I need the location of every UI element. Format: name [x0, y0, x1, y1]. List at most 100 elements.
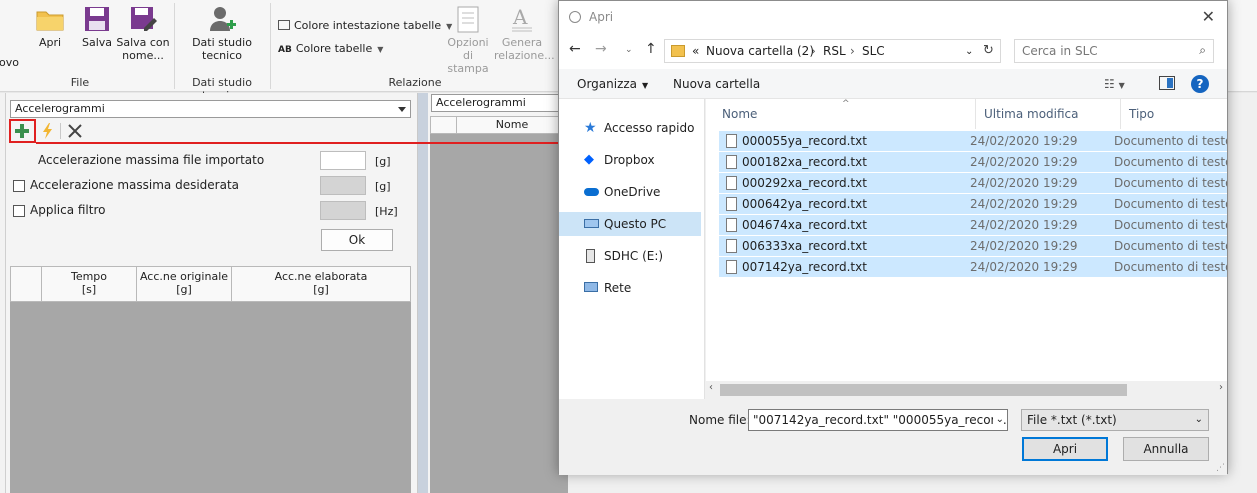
group-separator [270, 3, 271, 89]
file-row[interactable]: 006333xa_record.txt 24/02/2020 19:29 Docum… [719, 236, 1227, 257]
view-options-icon[interactable]: ☷ ▼ [1104, 77, 1125, 91]
text-file-icon [726, 155, 737, 169]
file-row[interactable]: 007142ya_record.txt 24/02/2020 19:29 Docum… [719, 257, 1227, 278]
table-color-button[interactable]: AB Colore tabelle ▼ [278, 40, 383, 58]
unit-label: [g] [375, 155, 391, 168]
refresh-icon[interactable]: ↻ [983, 43, 994, 58]
row-header-cell [431, 117, 457, 133]
file-row[interactable]: 000642ya_record.txt 24/02/2020 19:29 Docum… [719, 194, 1227, 215]
nav-item-quick-access[interactable]: ★ Accesso rapido [559, 116, 701, 140]
horizontal-scrollbar[interactable]: ‹ › [706, 381, 1227, 399]
splitter[interactable] [418, 93, 428, 493]
breadcrumb-item[interactable]: SLC [862, 44, 885, 58]
text-file-icon [726, 197, 737, 211]
dropbox-icon: ◆ [584, 152, 594, 167]
organize-button[interactable]: Organizza ▼ [577, 77, 648, 91]
accelerograms-combo[interactable]: Accelerogrammi [10, 100, 411, 118]
nav-item-network[interactable]: Rete [559, 276, 701, 300]
unit-label: [Hz] [375, 205, 398, 218]
scrollbar-thumb[interactable] [720, 384, 1127, 396]
studio-data-button[interactable]: Dati studio tecnico [192, 4, 252, 62]
forward-icon[interactable]: → [595, 41, 607, 57]
apply-filter-checkbox[interactable] [13, 205, 25, 217]
new-icon [0, 4, 16, 34]
text-file-icon [726, 176, 737, 190]
back-icon[interactable]: ← [569, 41, 581, 57]
column-header-name[interactable]: Nome [457, 118, 567, 131]
file-row[interactable]: 004674xa_record.txt 24/02/2020 19:29 Docum… [719, 215, 1227, 236]
up-icon[interactable]: ↑ [645, 41, 657, 57]
scroll-right-icon[interactable]: › [1219, 382, 1223, 393]
network-icon [584, 282, 598, 292]
max-acc-desired-checkbox[interactable] [13, 180, 25, 192]
lightning-icon[interactable] [39, 122, 57, 140]
address-row: ← → ⌄ ↑ « Nuova cartella (2) › RSL › SLC… [559, 33, 1227, 69]
ok-button[interactable]: Ok [321, 229, 393, 251]
accelerograms-list-combo[interactable]: Accelerogrammi [431, 94, 567, 112]
close-icon[interactable]: ✕ [1202, 7, 1215, 26]
recent-locations-icon[interactable]: ⌄ [625, 45, 633, 55]
column-header-original[interactable]: Acc.ne originale [g] [137, 267, 232, 301]
navigation-pane: ★ Accesso rapido ◆ Dropbox OneDrive Questo… [559, 99, 705, 399]
file-list: ^ Nome Ultima modifica Tipo 000055ya_rec… [706, 99, 1227, 399]
file-type-select[interactable]: File *.txt (*.txt) ⌄ [1021, 409, 1209, 431]
header-color-button[interactable]: Colore intestazione tabelle ▼ [278, 17, 452, 35]
preview-pane-icon[interactable] [1159, 76, 1175, 90]
filter-field[interactable] [320, 201, 366, 220]
chevron-down-icon[interactable]: ⌄ [965, 46, 973, 57]
breadcrumb-item[interactable]: Nuova cartella (2) [706, 44, 814, 58]
breadcrumb-item[interactable]: RSL [823, 44, 846, 58]
text-color-icon: AB [278, 45, 292, 55]
resize-grip-icon[interactable]: ⋰ [1216, 463, 1225, 473]
file-row[interactable]: 000055ya_record.txt 24/02/2020 19:29 Docum… [719, 131, 1227, 152]
dialog-title-bar: Apri ✕ [559, 1, 1227, 33]
app-icon [569, 11, 581, 23]
column-header-processed[interactable]: Acc.ne elaborata [g] [232, 267, 410, 301]
column-header-modified[interactable]: Ultima modifica [976, 99, 1121, 129]
column-header-type[interactable]: Tipo [1121, 99, 1227, 129]
max-acc-imported-field[interactable] [320, 151, 366, 170]
search-input[interactable]: Cerca in SLC ⌕ [1014, 39, 1214, 63]
apply-filter-label: Applica filtro [30, 203, 106, 217]
save-as-button[interactable]: Salva con nome... [116, 4, 170, 62]
save-button[interactable]: Salva [80, 4, 114, 49]
cancel-button[interactable]: Annulla [1123, 437, 1209, 461]
nav-item-dropbox[interactable]: ◆ Dropbox [559, 148, 701, 172]
file-row[interactable]: 000292xa_record.txt 24/02/2020 19:29 Docum… [719, 173, 1227, 194]
dropdown-arrow-icon: ▼ [377, 45, 384, 54]
data-grid-header: Tempo [s] Acc.ne originale [g] Acc.ne el… [10, 266, 411, 302]
list-grid-header: Nome [430, 116, 568, 134]
open-button[interactable]: Apri [1022, 437, 1108, 461]
address-bar[interactable]: « Nuova cartella (2) › RSL › SLC ⌄ ↻ [664, 39, 1001, 63]
open-file-dialog: Apri ✕ ← → ⌄ ↑ « Nuova cartella (2) › RS… [558, 0, 1228, 475]
new-folder-button[interactable]: Nuova cartella [673, 77, 760, 91]
close-icon[interactable] [66, 122, 84, 140]
column-header-name[interactable]: Nome [714, 99, 976, 129]
chevron-down-icon[interactable]: ⌄ [992, 410, 1004, 430]
accelerograms-list-grid[interactable]: Nome [430, 116, 568, 493]
print-options-icon [453, 4, 483, 34]
file-row[interactable]: 000182xa_record.txt 24/02/2020 19:29 Docum… [719, 152, 1227, 173]
cloud-icon [584, 188, 599, 196]
nav-item-onedrive[interactable]: OneDrive [559, 180, 701, 204]
computer-icon [584, 219, 599, 228]
open-button[interactable]: Apri [34, 4, 66, 49]
data-grid-body[interactable] [10, 302, 411, 493]
scroll-left-icon[interactable]: ‹ [709, 382, 713, 393]
new-button[interactable]: ovo [0, 4, 20, 69]
row-header-cell [11, 267, 42, 301]
breadcrumb-overflow[interactable]: « [692, 44, 699, 58]
max-acc-desired-field[interactable] [320, 176, 366, 195]
nav-item-sd-card[interactable]: SDHC (E:) [559, 244, 701, 268]
column-header-time[interactable]: Tempo [s] [42, 267, 137, 301]
user-add-icon [207, 4, 237, 34]
filename-input[interactable]: "007142ya_record.txt" "000055ya_record.t… [748, 409, 1008, 431]
print-options-button[interactable]: Opzioni di stampa [443, 4, 493, 75]
help-icon[interactable]: ? [1191, 75, 1209, 93]
generate-report-button[interactable]: A Genera relazione... [494, 4, 555, 62]
breadcrumb-separator-icon: › [850, 44, 855, 58]
dialog-title: Apri [589, 10, 614, 24]
command-bar: Organizza ▼ Nuova cartella ☷ ▼ ? [559, 69, 1227, 99]
unit-label: [g] [375, 180, 391, 193]
nav-item-this-pc[interactable]: Questo PC [559, 212, 701, 236]
